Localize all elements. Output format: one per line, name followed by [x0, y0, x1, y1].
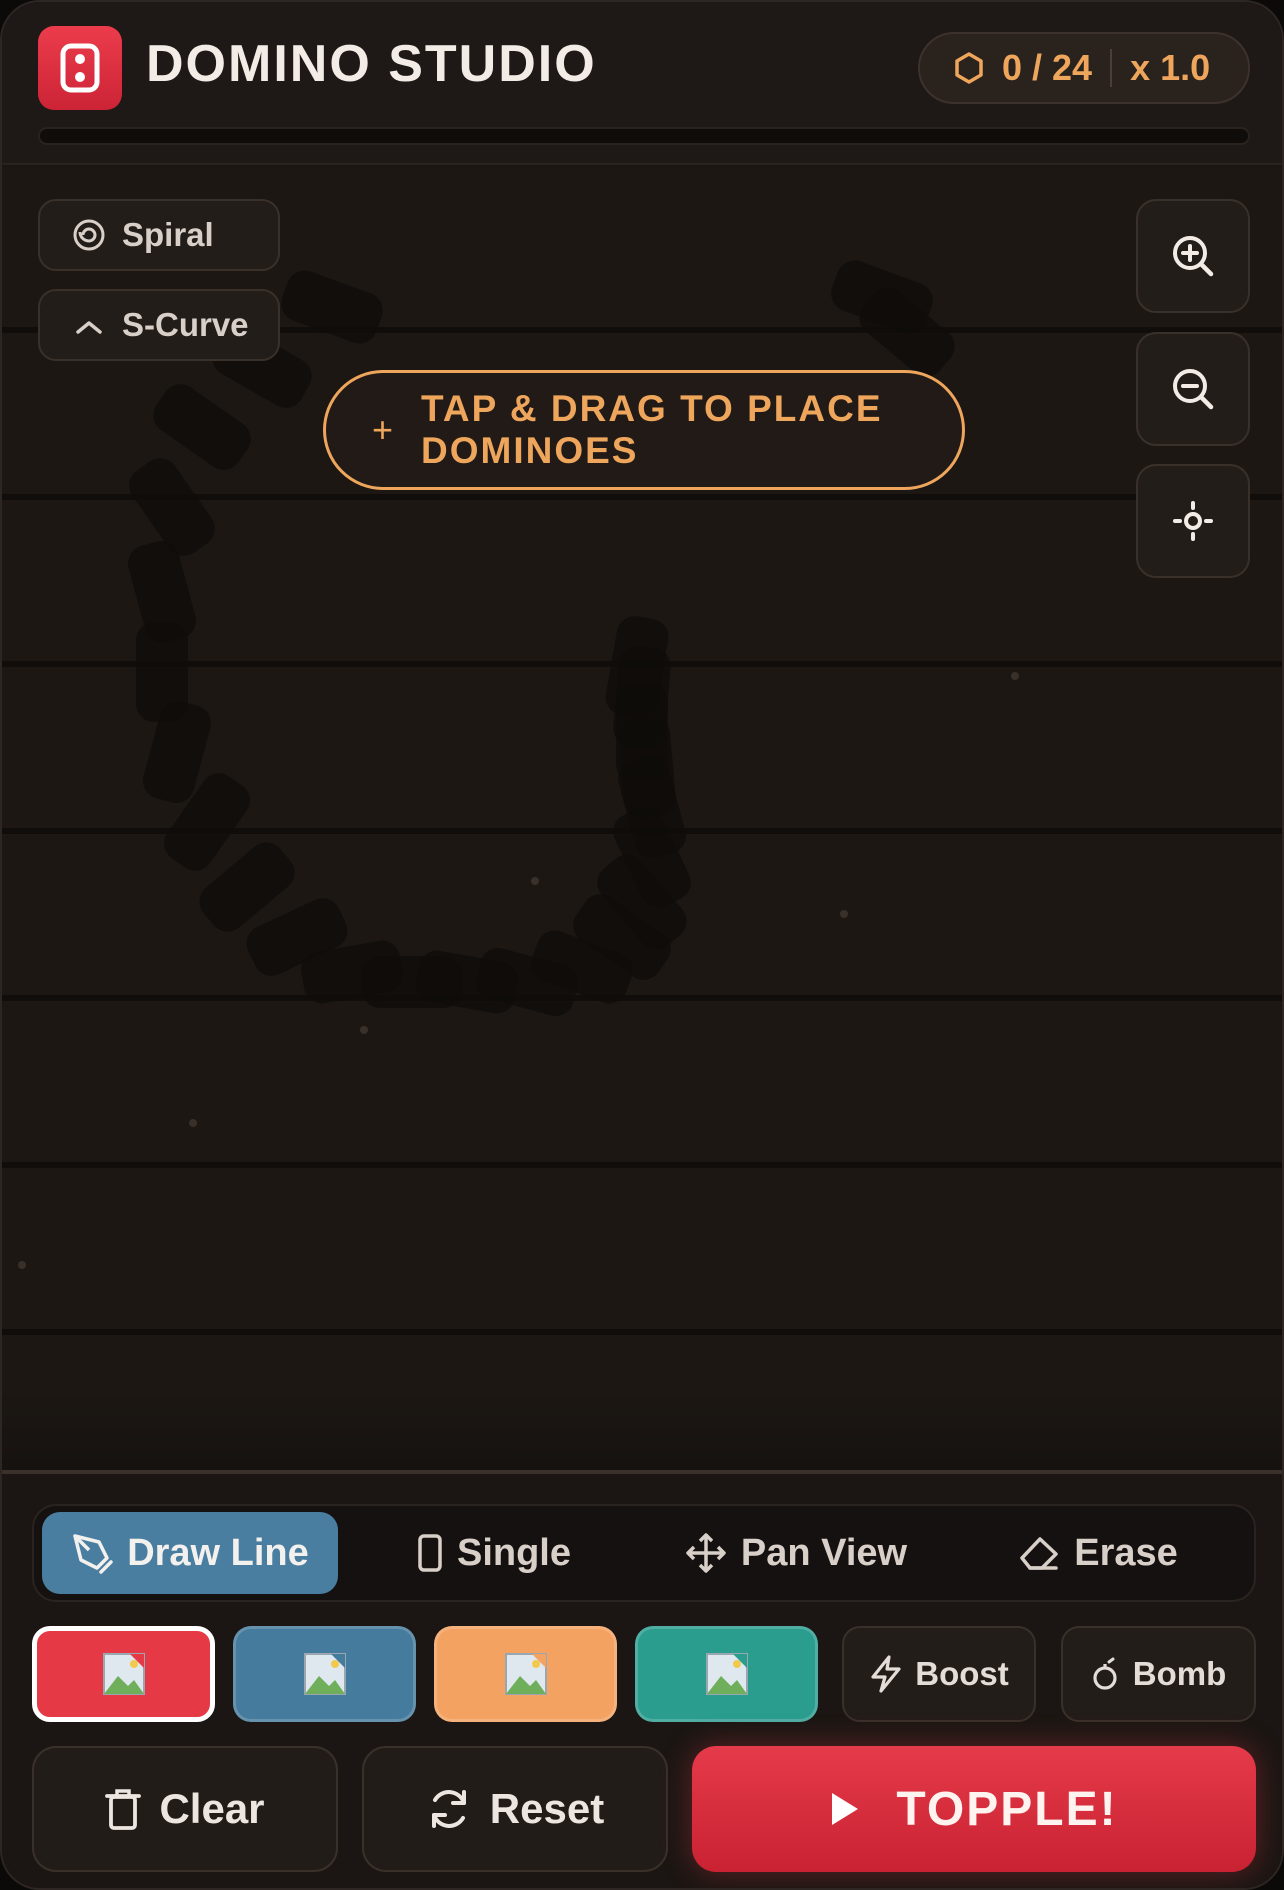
- multiplier: x 1.0: [1130, 47, 1211, 88]
- preset-spiral-label: Spiral: [122, 216, 214, 253]
- board-speck: [1011, 672, 1019, 680]
- mode-pan-view-label: Pan View: [740, 1531, 908, 1574]
- mode-selector: Draw Line Single Pan View Erase: [32, 1504, 1256, 1602]
- recenter-button[interactable]: [1136, 464, 1250, 578]
- trash-icon: [105, 1789, 142, 1830]
- mode-single-label: Single: [456, 1531, 572, 1574]
- broken-image-icon: [502, 1650, 550, 1698]
- placement-hint: + TAP & DRAG TO PLACE DOMINOES: [323, 370, 965, 490]
- domino-outline-icon: [418, 1534, 442, 1572]
- color-swatch-orange[interactable]: [434, 1626, 617, 1722]
- score-pill: 0 / 24 x 1.0: [918, 32, 1250, 104]
- preset-spiral-button[interactable]: Spiral: [38, 199, 280, 271]
- control-panel: Draw Line Single Pan View Erase Boost Bo…: [2, 1470, 1282, 1888]
- preset-s-curve-button[interactable]: S-Curve: [38, 289, 280, 361]
- domino-icon: [38, 26, 122, 110]
- preset-s-curve-label: S-Curve: [122, 306, 249, 343]
- zoom-out-button[interactable]: [1136, 332, 1250, 446]
- hint-text: TAP & DRAG TO PLACE DOMINOES: [421, 388, 882, 472]
- recenter-icon: [1173, 501, 1213, 541]
- bomb-label: Bomb: [1132, 1655, 1227, 1692]
- zoom-out-icon: [1173, 369, 1214, 410]
- mode-draw-line-label: Draw Line: [127, 1531, 309, 1574]
- lightning-icon: [871, 1655, 901, 1693]
- boost-label: Boost: [915, 1655, 1009, 1692]
- clear-button[interactable]: Clear: [32, 1746, 338, 1872]
- mode-draw-line[interactable]: Draw Line: [42, 1512, 338, 1594]
- zoom-in-icon: [1173, 236, 1214, 277]
- app-title: DOMINO STUDIO: [146, 35, 597, 93]
- domino-board[interactable]: Spiral S-Curve + TAP & DRAG TO PLACE DOM…: [2, 167, 1282, 1470]
- progress-bar: [38, 127, 1250, 145]
- board-speck: [360, 1026, 368, 1034]
- move-icon: [686, 1533, 726, 1573]
- spiral-icon: [73, 219, 105, 251]
- bomb-button[interactable]: Bomb: [1061, 1626, 1256, 1722]
- board-speck: [189, 1119, 197, 1127]
- hint-line-1: TAP & DRAG TO PLACE: [421, 388, 883, 429]
- chevron-up-icon: [76, 321, 102, 334]
- clear-label: Clear: [159, 1785, 265, 1832]
- topple-button[interactable]: TOPPLE!: [692, 1746, 1256, 1872]
- bomb-icon: [1093, 1657, 1117, 1690]
- zoom-in-button[interactable]: [1136, 199, 1250, 313]
- broken-image-icon: [100, 1650, 148, 1698]
- boost-button[interactable]: Boost: [842, 1626, 1036, 1722]
- board-speck: [840, 910, 848, 918]
- plus-icon: +: [372, 409, 396, 450]
- color-swatch-blue[interactable]: [233, 1626, 416, 1722]
- board-speck: [18, 1261, 26, 1269]
- ghost-domino-track: [18, 260, 1019, 1269]
- mode-pan-view[interactable]: Pan View: [646, 1512, 946, 1594]
- app-frame: DOMINO STUDIO 0 / 24 x 1.0 Spiral S-Curv…: [0, 0, 1284, 1890]
- topple-label: TOPPLE!: [896, 1782, 1118, 1836]
- color-swatch-red[interactable]: [32, 1626, 215, 1722]
- header: DOMINO STUDIO 0 / 24 x 1.0: [2, 2, 1282, 165]
- mode-single[interactable]: Single: [344, 1512, 644, 1594]
- mode-erase[interactable]: Erase: [948, 1512, 1248, 1594]
- broken-image-icon: [703, 1650, 751, 1698]
- refresh-icon: [431, 1790, 466, 1828]
- pen-icon: [73, 1534, 113, 1574]
- score-divider: [1110, 49, 1113, 87]
- eraser-icon: [1020, 1537, 1058, 1570]
- play-icon: [832, 1793, 859, 1825]
- board-speck: [531, 877, 539, 885]
- broken-image-icon: [301, 1650, 349, 1698]
- reset-button[interactable]: Reset: [362, 1746, 668, 1872]
- mode-erase-label: Erase: [1074, 1531, 1178, 1574]
- hexagon-icon: [955, 52, 983, 84]
- ghost-domino: [281, 270, 383, 344]
- hint-line-2: DOMINOES: [421, 430, 639, 471]
- domino-count: 0 / 24: [1002, 47, 1093, 88]
- color-swatch-teal[interactable]: [635, 1626, 818, 1722]
- reset-label: Reset: [489, 1785, 605, 1832]
